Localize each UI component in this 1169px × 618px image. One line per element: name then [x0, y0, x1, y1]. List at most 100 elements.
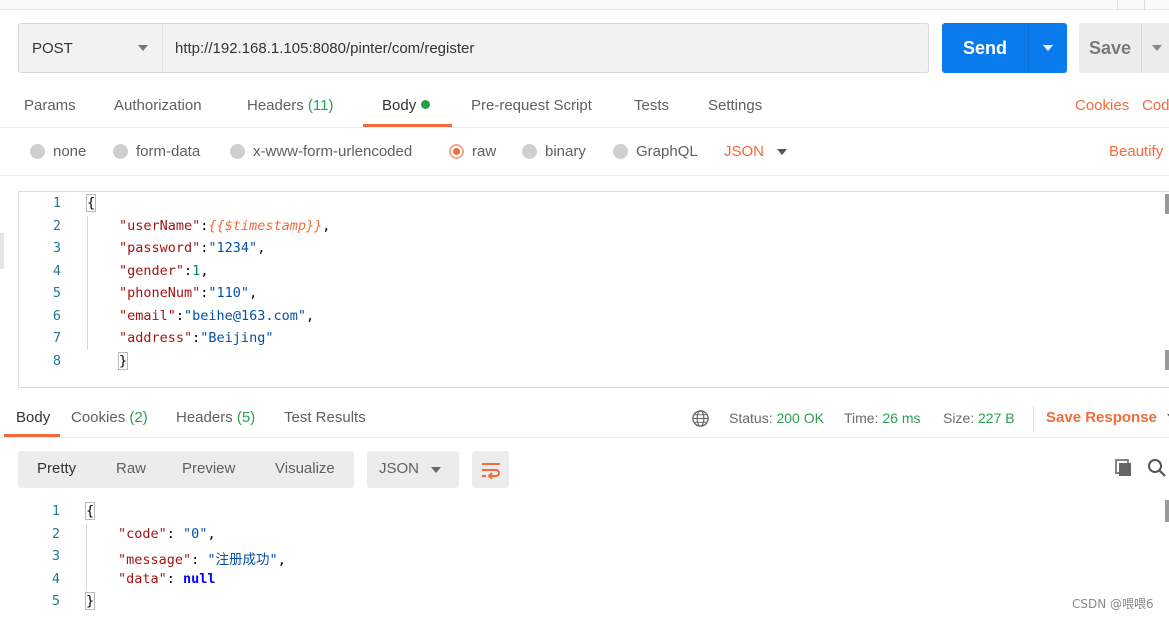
view-pretty[interactable]: Pretty: [37, 460, 76, 477]
json-string: "注册成功": [207, 552, 278, 568]
code-line: "code": "0",: [118, 526, 216, 542]
scrollbar-thumb[interactable]: [1165, 350, 1169, 370]
json-string: "Beijing": [200, 330, 274, 346]
body-type-bar: none form-data x-www-form-urlencoded raw…: [0, 130, 1169, 176]
tab-pre-request-script[interactable]: Pre-request Script: [471, 97, 592, 114]
chevron-down-icon: [777, 149, 787, 155]
radio-x-www-form-urlencoded[interactable]: x-www-form-urlencoded: [230, 143, 412, 160]
chevron-down-icon: [431, 467, 441, 473]
code-line: }: [117, 352, 129, 370]
code-line: {: [85, 194, 97, 212]
search-icon[interactable]: [1147, 458, 1167, 478]
chevron-down-icon: [138, 45, 148, 51]
resp-tab-cookies-label: Cookies: [71, 409, 126, 426]
tab-authorization[interactable]: Authorization: [114, 97, 202, 114]
radio-label: none: [53, 143, 87, 160]
radio-none[interactable]: none: [30, 143, 86, 160]
url-input[interactable]: http://192.168.1.105:8080/pinter/com/reg…: [162, 23, 929, 73]
request-body-editor[interactable]: 1 2 3 4 5 6 7 8 { "userName":{{$timestam…: [18, 191, 1169, 388]
close-brace: }: [117, 352, 129, 370]
scrollbar-thumb[interactable]: [1165, 500, 1169, 522]
method-select[interactable]: POST: [18, 23, 163, 73]
save-response-button[interactable]: Save Response: [1046, 409, 1169, 426]
resp-tab-test-results[interactable]: Test Results: [284, 409, 366, 426]
radio-circle-icon: [613, 144, 628, 159]
radio-form-data[interactable]: form-data: [113, 143, 200, 160]
language-select[interactable]: JSON: [724, 143, 764, 160]
watermark: CSDN @喂喂6: [1072, 597, 1154, 611]
json-variable: {{$timestamp}}: [208, 218, 323, 234]
postman-window: POST http://192.168.1.105:8080/pinter/co…: [0, 0, 1169, 618]
wrap-lines-button[interactable]: [472, 451, 509, 488]
line-number: 5: [52, 285, 61, 301]
code-line: "email":"beihe@163.com",: [119, 308, 315, 324]
headers-count: (11): [307, 97, 334, 114]
save-button[interactable]: Save: [1079, 23, 1169, 73]
line-number: 7: [52, 330, 61, 346]
indent-guide: [86, 524, 87, 590]
radio-raw[interactable]: raw: [449, 143, 496, 160]
line-number: 1: [52, 195, 61, 211]
view-raw[interactable]: Raw: [116, 460, 146, 477]
line-number: 4: [51, 571, 60, 587]
divider: [1033, 406, 1034, 432]
line-number: 2: [51, 526, 60, 542]
time-value: 26 ms: [882, 410, 921, 426]
status-label: Status:: [729, 410, 773, 426]
tab-body-label: Body: [382, 97, 417, 114]
send-options-dropdown[interactable]: [1028, 23, 1067, 73]
tab-body[interactable]: Body: [382, 97, 431, 114]
scrollbar-thumb[interactable]: [1165, 194, 1169, 214]
radio-binary[interactable]: binary: [522, 143, 586, 160]
line-number: 2: [52, 218, 61, 234]
radio-graphql[interactable]: GraphQL: [613, 143, 698, 160]
size-value: 227 B: [978, 410, 1015, 426]
url-text: http://192.168.1.105:8080/pinter/com/reg…: [175, 39, 475, 57]
line-number: 3: [52, 240, 61, 256]
radio-label: GraphQL: [636, 143, 698, 160]
tab-headers[interactable]: Headers (11): [247, 97, 333, 114]
copy-icon[interactable]: [1114, 458, 1134, 478]
json-key: "code": [118, 526, 167, 542]
code-line: "message": "注册成功",: [118, 552, 286, 568]
code-line: "userName":{{$timestamp}},: [119, 218, 331, 234]
line-number: 4: [52, 263, 61, 279]
resp-tab-headers[interactable]: Headers (5): [176, 409, 255, 426]
view-visualize[interactable]: Visualize: [275, 460, 335, 477]
open-brace: {: [85, 194, 97, 212]
line-number: 6: [52, 308, 61, 324]
resp-tab-body[interactable]: Body: [16, 409, 50, 426]
json-key: "address": [119, 330, 193, 346]
send-button[interactable]: Send: [942, 23, 1067, 73]
line-number: 1: [51, 503, 60, 519]
tab-settings[interactable]: Settings: [708, 97, 762, 114]
resp-tab-cookies[interactable]: Cookies (2): [71, 409, 148, 426]
save-options-dropdown[interactable]: [1141, 23, 1169, 73]
json-key: "email": [119, 308, 176, 324]
globe-icon[interactable]: [691, 409, 710, 428]
radio-label: raw: [472, 143, 497, 160]
view-preview[interactable]: Preview: [182, 460, 235, 477]
active-tab-underline: [4, 434, 60, 437]
code-link[interactable]: Code: [1142, 97, 1169, 114]
time-label: Time:: [844, 410, 879, 426]
json-key: "gender": [119, 263, 185, 279]
radio-selected-icon: [449, 144, 464, 159]
wrap-lines-icon: [481, 462, 500, 479]
response-language-select[interactable]: JSON: [367, 451, 459, 488]
size-indicator: Size: 227 B: [943, 410, 1015, 426]
tab-params[interactable]: Params: [24, 97, 76, 114]
tab-divider: [1117, 0, 1118, 10]
beautify-link[interactable]: Beautify: [1109, 143, 1163, 160]
radio-circle-icon: [30, 144, 45, 159]
save-label: Save: [1088, 37, 1132, 58]
radio-label: form-data: [136, 143, 201, 160]
tab-tests[interactable]: Tests: [634, 97, 669, 114]
response-body-viewer[interactable]: 1 2 3 4 5 { "code": "0", "message": "注册成…: [18, 500, 1169, 618]
radio-circle-icon: [230, 144, 245, 159]
radio-label: x-www-form-urlencoded: [253, 143, 413, 160]
cookies-link[interactable]: Cookies: [1075, 97, 1129, 114]
tab-divider: [1144, 0, 1145, 10]
send-label: Send: [962, 37, 1007, 58]
json-null: null: [183, 571, 216, 587]
